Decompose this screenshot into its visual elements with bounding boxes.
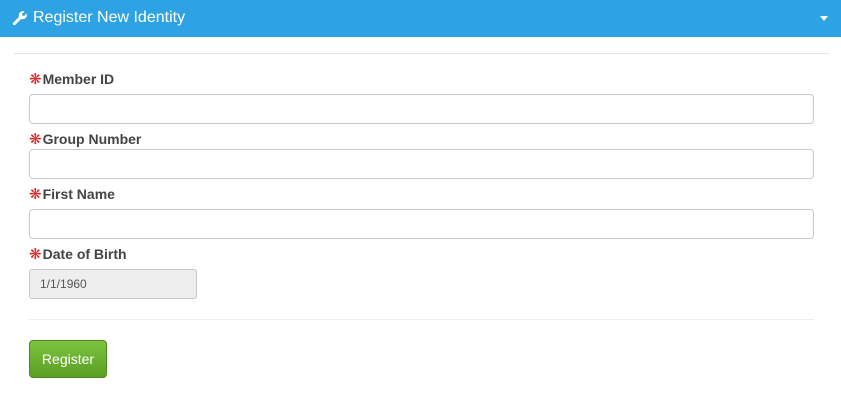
divider bbox=[29, 319, 814, 320]
member-id-input[interactable] bbox=[29, 94, 814, 124]
required-marker: ❋ bbox=[29, 246, 42, 263]
wrench-icon bbox=[12, 10, 28, 26]
required-marker: ❋ bbox=[29, 186, 42, 203]
member-id-label-text: Member ID bbox=[42, 71, 115, 87]
register-button[interactable]: Register bbox=[29, 340, 107, 378]
divider bbox=[14, 53, 829, 54]
panel-title: Register New Identity bbox=[33, 9, 186, 26]
date-of-birth-label: ❋Date of Birth bbox=[29, 245, 127, 263]
required-marker: ❋ bbox=[29, 71, 42, 88]
register-identity-panel: Register New Identity ❋Member ID ❋Group … bbox=[0, 0, 841, 396]
first-name-input[interactable] bbox=[29, 209, 814, 239]
group-number-label: ❋Group Number bbox=[29, 130, 141, 148]
required-marker: ❋ bbox=[29, 131, 42, 148]
group-number-label-text: Group Number bbox=[42, 131, 142, 147]
date-of-birth-input[interactable] bbox=[29, 269, 197, 299]
first-name-label: ❋First Name bbox=[29, 185, 115, 203]
panel-header[interactable]: Register New Identity bbox=[0, 0, 841, 37]
chevron-down-icon[interactable] bbox=[820, 16, 828, 21]
member-id-label: ❋Member ID bbox=[29, 70, 114, 88]
first-name-label-text: First Name bbox=[42, 186, 115, 202]
date-of-birth-label-text: Date of Birth bbox=[42, 246, 127, 262]
group-number-input[interactable] bbox=[29, 149, 814, 179]
